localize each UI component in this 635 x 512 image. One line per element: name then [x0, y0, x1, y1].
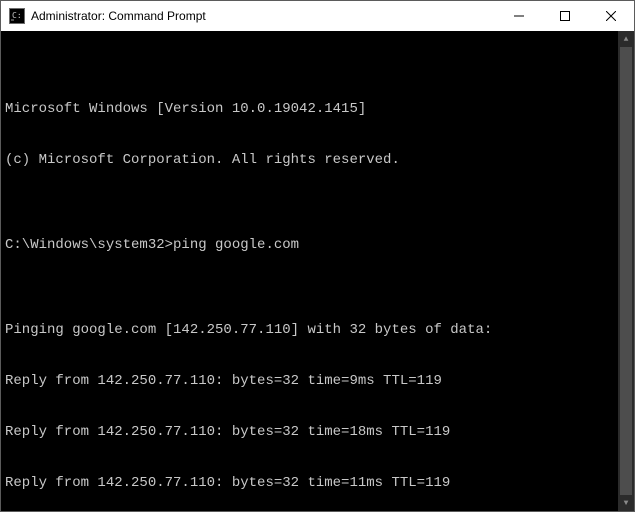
terminal-line: C:\Windows\system32>ping google.com	[5, 237, 630, 254]
terminal-line: Microsoft Windows [Version 10.0.19042.14…	[5, 101, 630, 118]
maximize-button[interactable]	[542, 1, 588, 31]
maximize-icon	[560, 11, 570, 21]
terminal-line: Pinging google.com [142.250.77.110] with…	[5, 322, 630, 339]
window-controls	[496, 1, 634, 31]
minimize-button[interactable]	[496, 1, 542, 31]
chevron-up-icon: ▲	[624, 31, 629, 48]
scroll-thumb[interactable]	[620, 47, 632, 495]
terminal-line: Reply from 142.250.77.110: bytes=32 time…	[5, 373, 630, 390]
window-title: Administrator: Command Prompt	[31, 9, 496, 23]
svg-text:C:: C:	[12, 11, 22, 20]
vertical-scrollbar[interactable]: ▲ ▼	[618, 31, 634, 511]
terminal-area[interactable]: Microsoft Windows [Version 10.0.19042.14…	[1, 31, 634, 511]
close-button[interactable]	[588, 1, 634, 31]
cmd-icon: C:	[9, 8, 25, 24]
terminal-line: Reply from 142.250.77.110: bytes=32 time…	[5, 475, 630, 492]
chevron-down-icon: ▼	[624, 495, 629, 512]
scroll-up-button[interactable]: ▲	[618, 31, 634, 47]
terminal-line: (c) Microsoft Corporation. All rights re…	[5, 152, 630, 169]
titlebar[interactable]: C: Administrator: Command Prompt	[1, 1, 634, 31]
terminal-line: Reply from 142.250.77.110: bytes=32 time…	[5, 424, 630, 441]
terminal-output: Microsoft Windows [Version 10.0.19042.14…	[5, 67, 630, 511]
minimize-icon	[514, 11, 524, 21]
close-icon	[606, 11, 616, 21]
scroll-down-button[interactable]: ▼	[618, 495, 634, 511]
command-prompt-window: C: Administrator: Command Prompt Microso…	[0, 0, 635, 512]
scroll-track[interactable]	[618, 47, 634, 495]
